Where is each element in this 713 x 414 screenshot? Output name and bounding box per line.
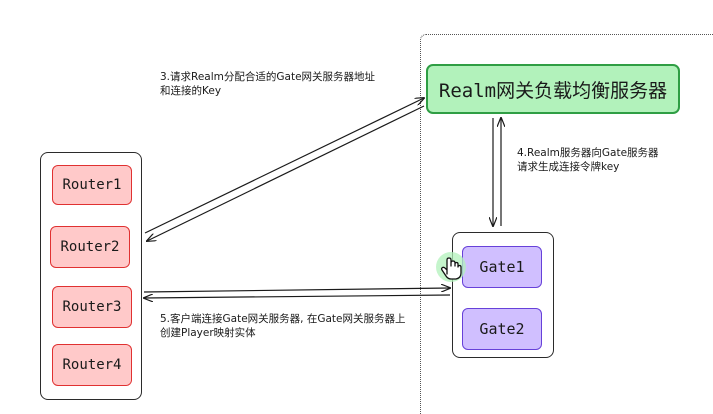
- note-step-5-line2: 创建Player映射实体: [160, 327, 256, 339]
- note-step-3: 3.请求Realm分配合适的Gate网关服务器地址 和连接的Key: [160, 70, 375, 98]
- note-step-4: 4.Realm服务器向Gate服务器 请求生成连接令牌key: [517, 146, 659, 174]
- arrow-router2-to-realm: [144, 98, 424, 234]
- note-step-4-line1: 4.Realm服务器向Gate服务器: [517, 147, 659, 159]
- arrow-realm-to-router2: [147, 105, 425, 241]
- hand-pointer-icon: [436, 252, 466, 282]
- note-step-3-line1: 3.请求Realm分配合适的Gate网关服务器地址: [160, 71, 376, 83]
- note-step-5-line1: 5.客户端连接Gate网关服务器, 在Gate网关服务器上: [160, 313, 406, 325]
- connector-arrows: [0, 0, 713, 411]
- note-step-5: 5.客户端连接Gate网关服务器, 在Gate网关服务器上 创建Player映射…: [160, 312, 406, 340]
- architecture-diagram: Router1 Router2 Router3 Router4 Realm网关负…: [0, 0, 713, 414]
- arrow-gate1-to-router3: [144, 295, 451, 298]
- note-step-3-line2: 和连接的Key: [160, 85, 222, 97]
- note-step-4-line2: 请求生成连接令牌key: [517, 161, 620, 173]
- arrow-router3-to-gate1: [143, 288, 450, 293]
